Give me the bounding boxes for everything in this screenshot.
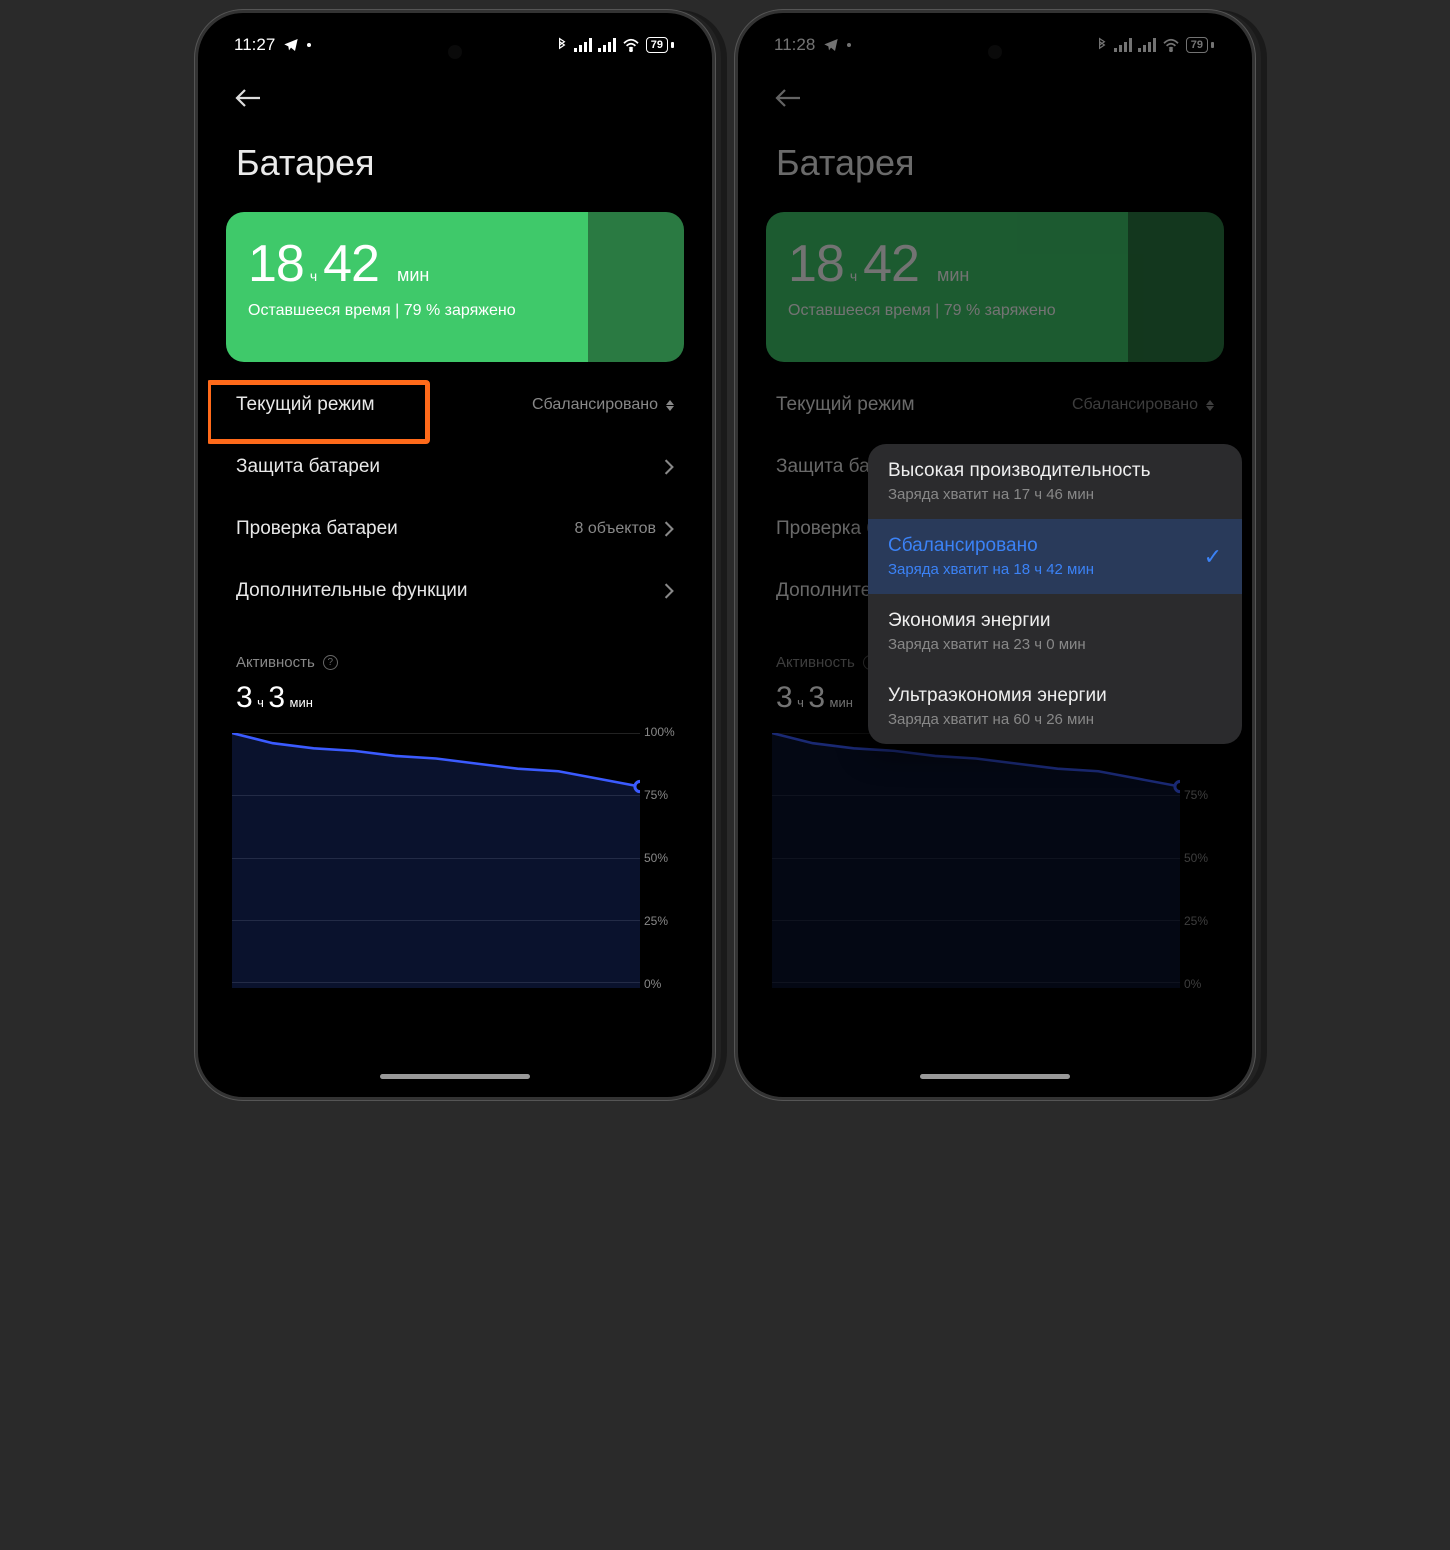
screen: 11:27 79 Батарея 18 (208, 23, 702, 1083)
battery-subtitle: Оставшееся время | 79 % заряжено (788, 302, 1202, 320)
chart-y-labels: 100% 75% 50% 25% 0% (1184, 725, 1224, 991)
arrow-left-icon (774, 87, 802, 109)
battery-chart: 100% 75% 50% 25% 0% (766, 733, 1224, 983)
back-button[interactable] (208, 67, 702, 124)
extra-functions-row[interactable]: Дополнительные функции (226, 560, 684, 622)
arrow-left-icon (234, 87, 262, 109)
chart-line (232, 733, 640, 988)
check-label: Проверка батареи (236, 518, 398, 540)
mode-option-performance[interactable]: Высокая производительность Заряда хватит… (868, 444, 1242, 519)
battery-subtitle: Оставшееся время | 79 % заряжено (248, 302, 662, 320)
battery-card[interactable]: 18 ч 42 мин Оставшееся время | 79 % заря… (766, 212, 1224, 362)
check-value: 8 объектов (575, 520, 657, 538)
updown-icon (666, 400, 674, 411)
battery-protect-row[interactable]: Защита батареи (226, 436, 684, 498)
help-icon[interactable]: ? (323, 655, 338, 670)
home-indicator[interactable] (380, 1074, 530, 1079)
battery-indicator: 79 (1186, 37, 1216, 53)
check-icon: ✓ (1204, 544, 1222, 570)
chart-line (772, 733, 1180, 988)
back-button[interactable] (748, 67, 1242, 124)
phone-frame-left: 11:27 79 Батарея 18 (195, 10, 715, 1100)
battery-tip-icon (1210, 40, 1216, 50)
current-mode-row[interactable]: Текущий режим Сбалансировано (766, 374, 1224, 436)
mode-option-balanced[interactable]: Сбалансировано Заряда хватит на 18 ч 42 … (868, 519, 1242, 594)
bluetooth-icon (556, 37, 568, 53)
chevron-right-icon (664, 583, 674, 599)
battery-card[interactable]: 18 ч 42 мин Оставшееся время | 79 % заря… (226, 212, 684, 362)
mode-label: Текущий режим (236, 394, 375, 416)
extra-label: Дополнительные функции (236, 580, 468, 602)
bluetooth-icon (1096, 37, 1108, 53)
chevron-right-icon (664, 521, 674, 537)
mode-popup: Высокая производительность Заряда хватит… (868, 444, 1242, 744)
phone-frame-right: 11:28 79 Батарея 18 (735, 10, 1255, 1100)
notification-dot-icon (307, 43, 311, 47)
signal-icon-2 (1138, 38, 1156, 52)
battery-indicator: 79 (646, 37, 676, 53)
battery-chart: 100% 75% 50% 25% 0% (226, 733, 684, 983)
camera-notch (448, 45, 462, 59)
battery-tip-icon (670, 40, 676, 50)
remaining-time: 18 ч 42 мин (248, 234, 662, 294)
signal-icon-1 (574, 38, 592, 52)
remaining-time: 18 ч 42 мин (788, 234, 1202, 294)
battery-check-row[interactable]: Проверка батареи 8 объектов (226, 498, 684, 560)
telegram-icon (283, 37, 299, 53)
protect-label: Защита батареи (236, 456, 380, 478)
page-title: Батарея (208, 124, 702, 212)
status-bar: 11:28 79 (748, 23, 1242, 67)
updown-icon (1206, 400, 1214, 411)
mode-value: Сбалансировано (1072, 396, 1198, 414)
mode-value: Сбалансировано (532, 396, 658, 414)
wifi-icon (622, 38, 640, 52)
activity-time: 3 ч 3 мин (226, 677, 684, 733)
home-indicator[interactable] (920, 1074, 1070, 1079)
notification-dot-icon (847, 43, 851, 47)
mode-option-saver[interactable]: Экономия энергии Заряда хватит на 23 ч 0… (868, 594, 1242, 669)
mode-option-ultra[interactable]: Ультраэкономия энергии Заряда хватит на … (868, 669, 1242, 744)
current-mode-row[interactable]: Текущий режим Сбалансировано (226, 374, 684, 436)
chevron-right-icon (664, 459, 674, 475)
mode-label: Текущий режим (776, 394, 915, 416)
wifi-icon (1162, 38, 1180, 52)
telegram-icon (823, 37, 839, 53)
signal-icon-1 (1114, 38, 1132, 52)
signal-icon-2 (598, 38, 616, 52)
clock: 11:28 (774, 35, 815, 55)
activity-label: Активность ? (226, 646, 684, 677)
clock: 11:27 (234, 35, 275, 55)
page-title: Батарея (748, 124, 1242, 212)
screen: 11:28 79 Батарея 18 (748, 23, 1242, 1083)
chart-y-labels: 100% 75% 50% 25% 0% (644, 725, 684, 991)
